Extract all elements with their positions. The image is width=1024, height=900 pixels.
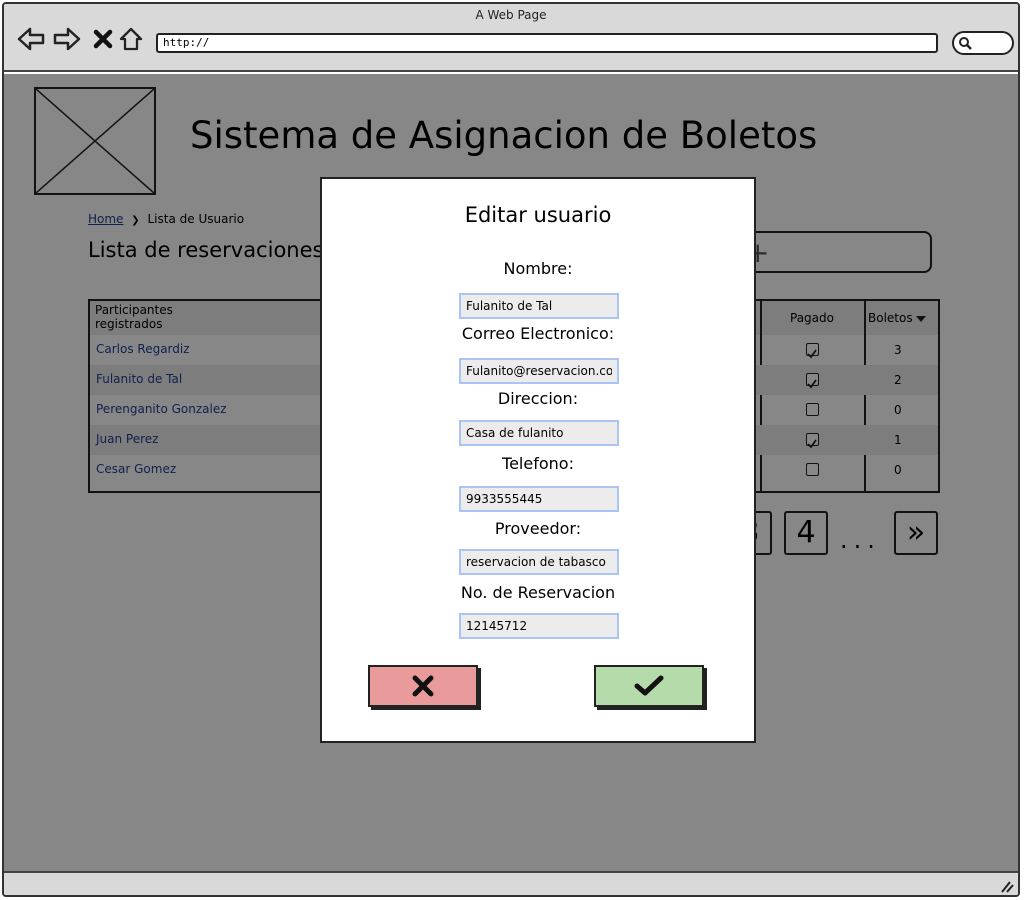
direccion-input[interactable] [459,420,619,446]
resize-grip-icon[interactable] [998,879,1014,893]
direccion-label: Direccion: [497,389,579,408]
window-title: A Web Page [475,8,547,22]
telefono-input[interactable] [459,486,619,512]
confirm-button[interactable] [594,665,704,707]
checkmark-icon [634,675,664,696]
forward-arrow-icon[interactable] [52,24,82,54]
correo-label: Correo Electronico: [461,324,615,343]
telefono-label: Telefono: [502,454,574,473]
proveedor-input[interactable] [459,549,619,575]
proveedor-label: Proveedor: [494,519,582,538]
close-icon [412,675,434,697]
url-input[interactable]: http:// [156,33,938,53]
browser-search-field[interactable] [952,31,1014,55]
correo-input[interactable] [459,358,619,384]
nombre-input[interactable] [459,293,619,319]
close-icon[interactable] [88,24,118,54]
nombre-label: Nombre: [503,259,573,278]
browser-status-bar [4,871,1018,895]
search-icon [959,37,972,50]
browser-toolbar: A Web Page http:// [4,4,1018,72]
modal-title: Editar usuario [464,203,612,227]
reservacion-input[interactable] [459,613,619,639]
home-icon[interactable] [116,24,146,54]
back-arrow-icon[interactable] [16,24,46,54]
reservacion-label: No. de Reservacion [460,583,616,602]
edit-user-modal: Editar usuario Nombre: Correo Electronic… [320,177,756,743]
cancel-button[interactable] [368,665,478,707]
